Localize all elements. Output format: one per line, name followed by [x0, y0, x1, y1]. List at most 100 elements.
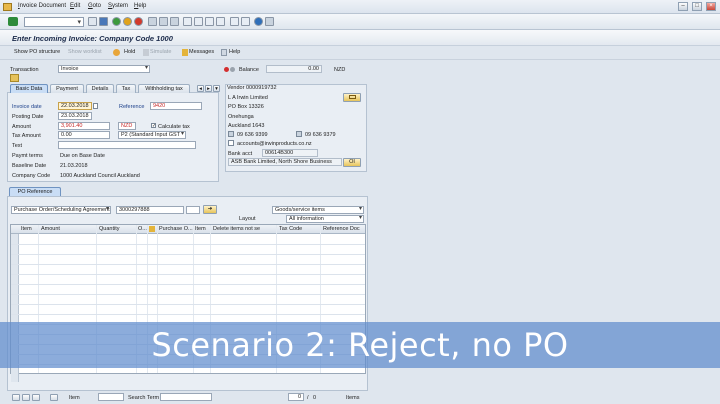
col-order-unit[interactable]: O...: [138, 226, 147, 232]
col-status-icon: [149, 226, 155, 232]
calculate-tax-label: Calculate tax: [158, 124, 190, 130]
find-icon[interactable]: [159, 17, 168, 26]
maximize-icon[interactable]: □: [692, 2, 702, 11]
bank-acct-field: 00614B300: [262, 149, 318, 157]
next-page-icon[interactable]: [205, 17, 214, 26]
phone-icon: [228, 131, 234, 137]
vendor-name: L A Irwin Limited: [228, 95, 268, 101]
text-field[interactable]: [58, 141, 196, 149]
tab-withholding-tax[interactable]: Withholding tax: [138, 84, 190, 93]
calendar-icon[interactable]: [93, 103, 98, 109]
system-toolbar: [0, 14, 720, 30]
transaction-select[interactable]: Invoice: [58, 65, 150, 73]
po-extra-field[interactable]: [186, 206, 200, 214]
last-page-icon[interactable]: [216, 17, 225, 26]
tab-list-icon[interactable]: ◂: [197, 85, 204, 92]
col-tax-code[interactable]: Tax Code: [279, 226, 302, 232]
caption-banner: Scenario 2: Reject, no PO: [0, 322, 720, 368]
invoice-date-field[interactable]: 22.03.2018: [58, 102, 92, 110]
baseline-date-label: Baseline Date: [12, 163, 47, 169]
new-session-icon[interactable]: [230, 17, 239, 26]
tab-basic-data[interactable]: Basic Data: [10, 84, 48, 93]
simulate-button[interactable]: Simulate: [150, 49, 171, 55]
back-icon[interactable]: [88, 17, 97, 26]
first-page-icon[interactable]: [183, 17, 192, 26]
tab-tax[interactable]: Tax: [116, 84, 136, 93]
item-search-field[interactable]: [98, 393, 124, 401]
po-number-field[interactable]: 3000297888: [116, 206, 184, 214]
hold-button[interactable]: Hold: [124, 49, 135, 55]
table-row[interactable]: [11, 254, 365, 255]
col-quantity[interactable]: Quantity: [99, 226, 119, 232]
select-all-icon[interactable]: [12, 394, 20, 401]
vendor-header: Vendor 0000919732: [227, 85, 277, 91]
po-execute-button[interactable]: ➜: [203, 205, 217, 214]
grid-tool-1-icon[interactable]: [22, 394, 30, 401]
command-field[interactable]: [24, 17, 84, 27]
folder-icon[interactable]: [10, 74, 19, 82]
menu-edit[interactable]: Edit: [70, 3, 80, 9]
po-doc-type-select[interactable]: Purchase Order/Scheduling Agreement: [11, 206, 111, 214]
back-arrow-icon[interactable]: [112, 17, 121, 26]
col-delete-items[interactable]: Delete items not se: [213, 226, 260, 232]
find-next-icon[interactable]: [170, 17, 179, 26]
vendor-address-button[interactable]: [343, 93, 361, 102]
help-button[interactable]: Help: [229, 49, 240, 55]
menu-invoice-document[interactable]: Invoice Document: [18, 3, 66, 9]
table-row[interactable]: [11, 244, 365, 245]
vendor-address-1: PO Box 13326: [228, 104, 264, 110]
show-po-structure-button[interactable]: Show PO structure: [14, 49, 60, 55]
bank-name-field: ASB Bank Limited, North Shore Business: [228, 158, 342, 166]
calculate-tax-checkbox[interactable]: ✓: [151, 123, 156, 129]
menu-system[interactable]: System: [108, 3, 128, 9]
enter-icon[interactable]: [8, 17, 18, 26]
save-icon[interactable]: [99, 17, 108, 26]
print-icon[interactable]: [148, 17, 157, 26]
screen-title-bar: Enter Incoming Invoice: Company Code 100…: [0, 30, 720, 46]
tax-amount-label: Tax Amount: [12, 133, 41, 139]
posting-date-field[interactable]: 23.03.2018: [58, 112, 92, 120]
table-row[interactable]: [11, 314, 365, 315]
messages-button[interactable]: Messages: [189, 49, 214, 55]
col-reference-doc[interactable]: Reference Doc: [323, 226, 360, 232]
tab-menu-icon[interactable]: ▾: [213, 85, 220, 92]
delete-row-icon[interactable]: [50, 394, 58, 401]
tab-scroll-right-icon[interactable]: ▸: [205, 85, 212, 92]
amount-currency-field[interactable]: NZD: [118, 122, 136, 130]
col-purchase-order[interactable]: Purchase O...: [159, 226, 193, 232]
bank-oi-button[interactable]: OI: [343, 158, 361, 167]
tax-code-select[interactable]: P2 (Standard Input GST ...: [118, 131, 186, 145]
help-icon[interactable]: [254, 17, 263, 26]
company-code-label: Company Code: [12, 173, 51, 179]
page-current-field[interactable]: 0: [288, 393, 304, 401]
amount-field[interactable]: 3,901.40: [58, 122, 110, 130]
menu-goto[interactable]: Goto: [88, 3, 101, 9]
col-po-item[interactable]: Item: [195, 226, 206, 232]
table-row[interactable]: [11, 274, 365, 275]
table-row[interactable]: [11, 304, 365, 305]
col-amount[interactable]: Amount: [41, 226, 60, 232]
tab-details[interactable]: Details: [86, 84, 114, 93]
sap-logo-icon: [3, 3, 12, 11]
show-worklist-button[interactable]: Show worklist: [68, 49, 102, 55]
menu-help[interactable]: Help: [134, 3, 146, 9]
layout-icon[interactable]: [265, 17, 274, 26]
table-row[interactable]: [11, 284, 365, 285]
prev-page-icon[interactable]: [194, 17, 203, 26]
reference-field[interactable]: 9420: [150, 102, 202, 110]
items-type-select[interactable]: Goods/service items: [272, 206, 364, 214]
cancel-icon[interactable]: [134, 17, 143, 26]
tax-amount-field[interactable]: 0.00: [58, 131, 110, 139]
tab-po-reference[interactable]: PO Reference: [9, 187, 61, 196]
table-row[interactable]: [11, 294, 365, 295]
close-icon[interactable]: ×: [706, 2, 716, 11]
tab-payment[interactable]: Payment: [50, 84, 84, 93]
search-term-field[interactable]: [160, 393, 212, 401]
grid-tool-2-icon[interactable]: [32, 394, 40, 401]
layout-select[interactable]: All information: [286, 215, 364, 223]
minimize-icon[interactable]: –: [678, 2, 688, 11]
exit-icon[interactable]: [123, 17, 132, 26]
table-row[interactable]: [11, 264, 365, 265]
shortcut-icon[interactable]: [241, 17, 250, 26]
col-item[interactable]: Item: [21, 226, 32, 232]
